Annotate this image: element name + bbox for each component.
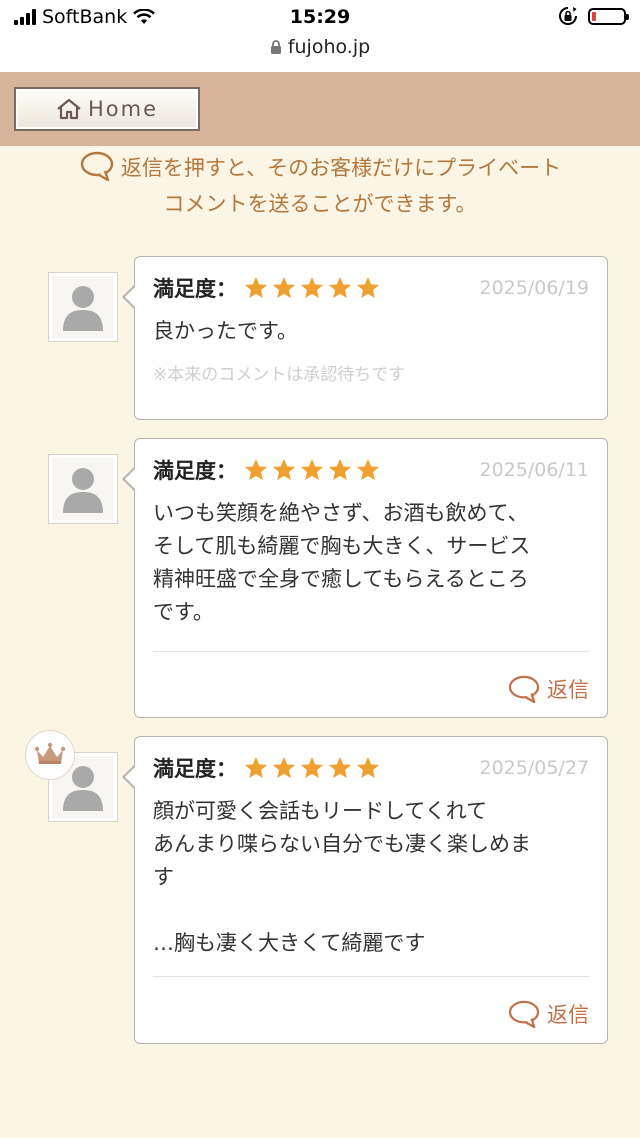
- home-button[interactable]: Home: [14, 87, 200, 131]
- star-icon: [300, 276, 324, 298]
- speech-bubble-icon: [508, 1000, 540, 1028]
- header-bar: Home: [0, 72, 640, 146]
- star-icon: [244, 458, 268, 480]
- review-card: 満足度： 2025/05/27 顔が可愛く会話もリードしてくれて あんまり喋らな…: [122, 736, 608, 1044]
- pending-approval-note: ※本来のコメントは承認待ちです: [153, 365, 406, 385]
- star-icon: [328, 756, 352, 778]
- reply-label: 返信: [547, 1003, 589, 1027]
- star-icon: [272, 756, 296, 778]
- status-icons: [558, 6, 629, 26]
- review-text: 顔が可愛く会話もリードしてくれて あんまり喋らない自分でも凄く楽しめま す …胸…: [153, 799, 531, 955]
- battery-icon: [588, 7, 629, 25]
- star-icon: [300, 756, 324, 778]
- star-icon: [244, 756, 268, 778]
- review-date: 2025/06/11: [479, 459, 589, 481]
- star-icon: [244, 276, 268, 298]
- lock-icon: [270, 40, 281, 54]
- reply-button[interactable]: 返信: [507, 674, 589, 704]
- review-date: 2025/06/19: [479, 277, 589, 299]
- reply-button[interactable]: 返信: [507, 999, 589, 1029]
- star-icon: [300, 458, 324, 480]
- home-label: Home: [87, 97, 158, 121]
- star-icon: [356, 756, 380, 778]
- notice-line-1: 返信を押すと、そのお客様だけにプライベート: [120, 156, 562, 180]
- user-silhouette-icon: [63, 286, 103, 331]
- satisfaction-label: 満足度：: [153, 459, 237, 483]
- crown-icon: [34, 742, 66, 764]
- url-text: fujoho.jp: [287, 36, 371, 58]
- review-text: いつも笑顔を絶やさず、お酒も飲めて、 そして肌も綺麗で胸も大きく、サービス 精神…: [153, 501, 531, 624]
- review-text: 良かったです。: [153, 319, 298, 343]
- orientation-lock-icon: [559, 7, 577, 25]
- review-card: 満足度： 2025/06/19 良かったです。 ※本来のコメントは承認待ちです: [122, 256, 608, 420]
- star-icon: [356, 276, 380, 298]
- notice-line-2: コメントを送ることができます。: [163, 192, 477, 216]
- speech-bubble-icon: [80, 151, 114, 181]
- star-icon: [272, 458, 296, 480]
- star-rating: [243, 275, 381, 301]
- review-card: 満足度： 2025/06/11 いつも笑顔を絶やさず、お酒も飲めて、 そして肌も…: [122, 438, 608, 718]
- crown-badge: [25, 730, 75, 780]
- star-icon: [356, 458, 380, 480]
- clock: 15:29: [289, 6, 351, 28]
- review-date: 2025/05/27: [479, 757, 589, 779]
- speech-bubble-icon: [508, 675, 540, 703]
- satisfaction-label: 満足度：: [153, 277, 237, 301]
- star-rating: [243, 755, 381, 781]
- user-silhouette-icon: [63, 468, 103, 513]
- star-icon: [328, 276, 352, 298]
- star-icon: [272, 276, 296, 298]
- private-comment-notice: 返信を押すと、そのお客様だけにプライベート コメントを送ることができます。: [0, 150, 640, 222]
- avatar: [48, 454, 118, 524]
- avatar: [48, 272, 118, 342]
- reply-label: 返信: [547, 678, 589, 702]
- status-bar: SoftBank 15:29 fujoho.jp: [0, 0, 640, 72]
- star-rating: [243, 457, 381, 483]
- house-icon: [57, 98, 81, 120]
- satisfaction-label: 満足度：: [153, 757, 237, 781]
- address-bar[interactable]: fujoho.jp: [0, 36, 640, 58]
- star-icon: [328, 458, 352, 480]
